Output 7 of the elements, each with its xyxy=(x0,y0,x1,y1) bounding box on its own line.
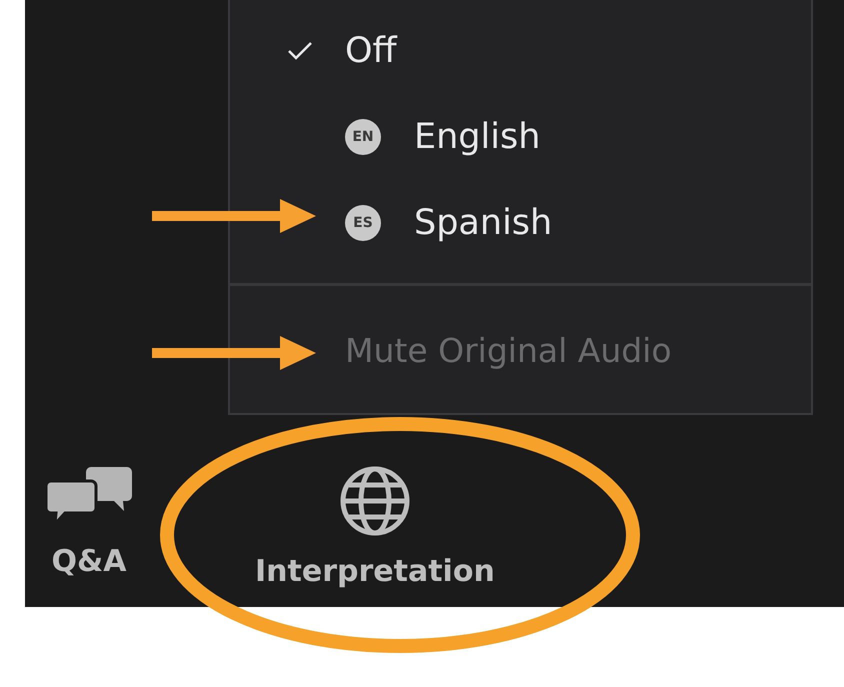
toolbar-button[interactable]: Interpretation xyxy=(255,465,495,594)
language-badge: ES xyxy=(345,205,381,241)
toolbar-button[interactable]: Q&A xyxy=(45,465,133,594)
globe-icon xyxy=(338,465,411,537)
menu-item[interactable]: EN English xyxy=(230,94,811,180)
menu-item[interactable]: Off xyxy=(230,8,811,94)
language-badge: EN xyxy=(345,119,381,155)
